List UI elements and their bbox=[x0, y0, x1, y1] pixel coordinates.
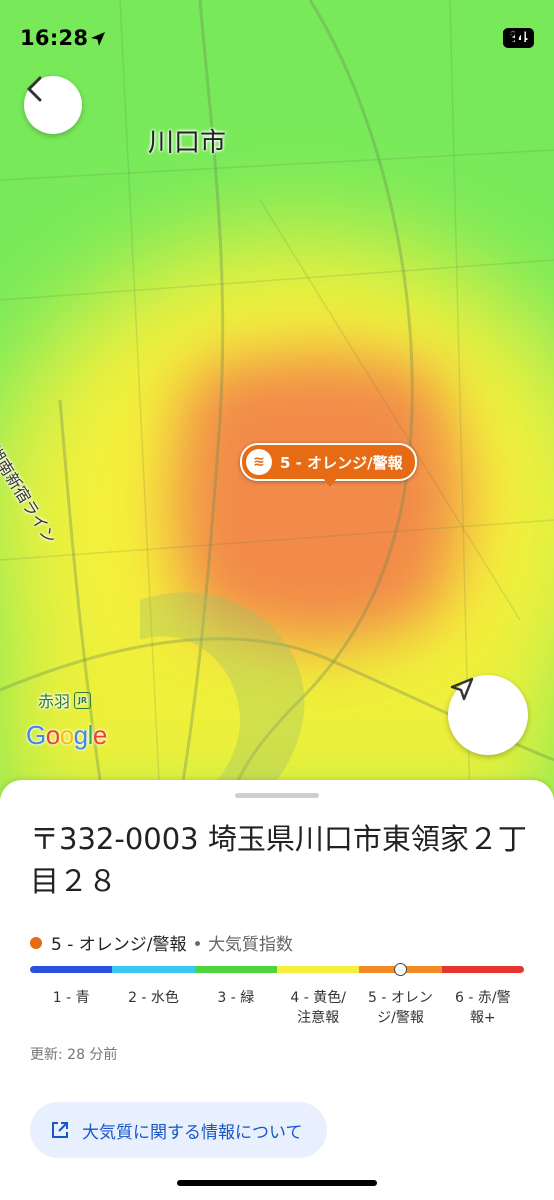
aqi-level-3: 3 - 緑 bbox=[195, 988, 277, 1028]
updated-timestamp: 更新: 28 分前 bbox=[30, 1047, 118, 1063]
aqi-scale-segment-4 bbox=[276, 966, 360, 973]
info-button-label: 大気質に関する情報について bbox=[82, 1122, 303, 1143]
aqi-level-2-number: 2 - 水色 bbox=[128, 990, 179, 1006]
aqi-pin-pointer bbox=[322, 477, 338, 487]
status-icons: 94 bbox=[502, 28, 534, 48]
aqi-map-pin[interactable]: ≋ 5 - オレンジ/警報 bbox=[240, 443, 417, 481]
home-indicator[interactable] bbox=[177, 1180, 377, 1186]
back-arrow-icon bbox=[27, 76, 42, 102]
google-logo: Google bbox=[26, 720, 107, 750]
aqi-scale-marker bbox=[394, 963, 407, 976]
station-label: 赤羽 JR bbox=[38, 688, 92, 712]
aqi-level-6: 6 - 赤/警 報+ bbox=[442, 988, 524, 1028]
air-waves-icon: ≋ bbox=[246, 449, 272, 475]
aqi-level-3-number: 3 - 緑 bbox=[217, 990, 255, 1006]
wifi-icon bbox=[502, 28, 523, 42]
info-sheet: 〒332-0003 埼玉県川口市東領家２丁目２８ 5 - オレンジ/警報 • 大… bbox=[0, 780, 554, 1200]
aqi-level-6-label: 報+ bbox=[469, 1010, 496, 1026]
aqi-level-text: 5 - オレンジ/警報 bbox=[51, 935, 187, 955]
jr-icon: JR bbox=[74, 691, 92, 709]
station-name: 赤羽 bbox=[38, 692, 71, 711]
my-location-button[interactable] bbox=[448, 675, 528, 755]
air-quality-map[interactable]: 16:28 94 川口市 湘南新宿ライン 赤羽 JR Google ≋ 5 - … bbox=[0, 0, 554, 800]
aqi-scale-segment-2 bbox=[112, 966, 195, 973]
aqi-level-1: 1 - 青 bbox=[30, 988, 112, 1028]
aqi-level-6-number: 6 - 赤/警 bbox=[455, 990, 511, 1006]
aqi-level-5: 5 - オレン ジ/警報 bbox=[359, 988, 441, 1028]
aqi-level-2: 2 - 水色 bbox=[112, 988, 194, 1028]
aqi-level-4: 4 - 黄色/注意報 bbox=[277, 988, 359, 1028]
aqi-level-5-number: 5 - オレン bbox=[368, 990, 433, 1006]
clock: 16:28 bbox=[20, 26, 89, 50]
aqi-level-4-number: 4 - 黄色/ bbox=[290, 990, 346, 1006]
aqi-scale-bar bbox=[30, 966, 524, 973]
address-title: 〒332-0003 埼玉県川口市東領家２丁目２８ bbox=[30, 822, 527, 898]
aqi-scale-segment-3 bbox=[194, 966, 277, 973]
air-quality-info-button[interactable]: 大気質に関する情報について bbox=[30, 1102, 327, 1158]
aqi-level-4-label: 注意報 bbox=[297, 1010, 340, 1026]
status-bar: 16:28 94 bbox=[0, 0, 554, 80]
aqi-pin-label: 5 - オレンジ/警報 bbox=[280, 453, 403, 472]
city-label: 川口市 bbox=[148, 128, 227, 158]
sheet-drag-handle[interactable] bbox=[235, 793, 319, 798]
aqi-scale-segment-6 bbox=[441, 966, 524, 973]
aqi-index-label: • 大気質指数 bbox=[192, 935, 293, 955]
aqi-level-5-label: ジ/警報 bbox=[377, 1010, 424, 1026]
aqi-scale-segment-1 bbox=[30, 966, 113, 973]
external-link-icon bbox=[52, 1122, 68, 1138]
aqi-color-dot bbox=[30, 936, 42, 949]
aqi-level-1-number: 1 - 青 bbox=[52, 990, 90, 1006]
aqi-summary: 5 - オレンジ/警報 • 大気質指数 bbox=[30, 930, 293, 955]
location-arrow-icon bbox=[91, 32, 105, 46]
back-button[interactable] bbox=[24, 76, 82, 134]
aqi-level-legend: 1 - 青2 - 水色 3 - 緑4 - 黄色/注意報 5 - オレン ジ/警報 6 -… bbox=[30, 988, 524, 1028]
navigation-arrow-icon bbox=[450, 677, 474, 701]
